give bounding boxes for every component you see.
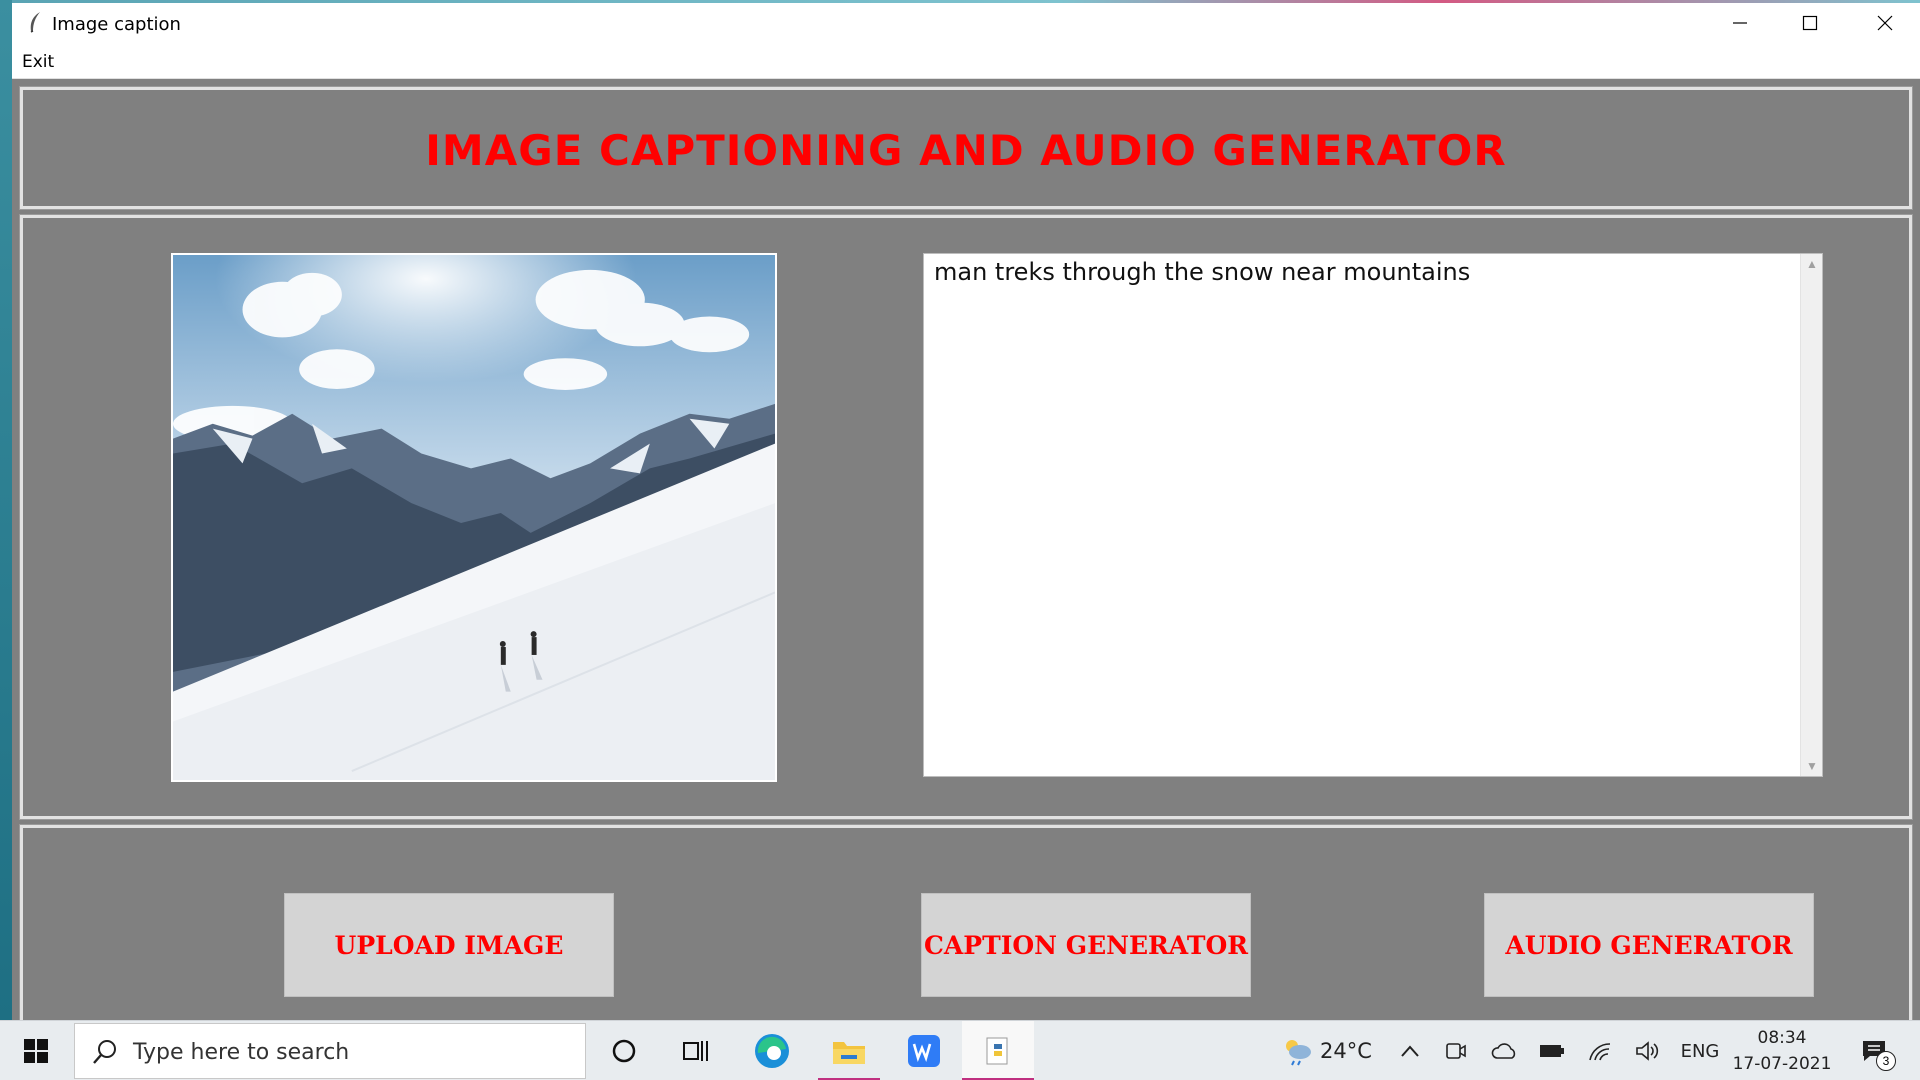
action-center-button[interactable]: 3 xyxy=(1850,1021,1898,1080)
actions-panel: UPLOAD IMAGE CAPTION GENERATOR AUDIO GEN… xyxy=(19,824,1913,1026)
wifi-icon xyxy=(1589,1043,1611,1061)
mountain-snow-image xyxy=(173,255,775,780)
clock-date: 17-07-2021 xyxy=(1732,1054,1832,1074)
caption-text: man treks through the snow near mountain… xyxy=(934,258,1471,286)
window-title: Image caption xyxy=(52,14,181,35)
python-app-button[interactable] xyxy=(962,1021,1034,1080)
page-title: IMAGE CAPTIONING AND AUDIO GENERATOR xyxy=(425,126,1507,175)
minimize-button[interactable] xyxy=(1705,3,1775,43)
wps-writer-button[interactable] xyxy=(893,1021,955,1080)
start-button[interactable] xyxy=(0,1021,72,1080)
cortana-icon xyxy=(612,1039,636,1063)
edge-button[interactable] xyxy=(744,1021,800,1080)
windows-icon xyxy=(24,1039,48,1063)
meet-now-button[interactable] xyxy=(1436,1021,1476,1080)
audio-generator-button[interactable]: AUDIO GENERATOR xyxy=(1484,893,1814,997)
title-bar[interactable]: Image caption xyxy=(12,3,1920,43)
chevron-up-icon xyxy=(1401,1045,1419,1057)
clock[interactable]: 08:34 17-07-2021 xyxy=(1726,1021,1838,1080)
caption-generator-button[interactable]: CAPTION GENERATOR xyxy=(921,893,1251,997)
taskbar-search[interactable]: Type here to search xyxy=(74,1023,586,1079)
search-icon xyxy=(93,1040,116,1064)
content-panel: man treks through the snow near mountain… xyxy=(19,214,1913,820)
maximize-icon xyxy=(1802,15,1818,31)
volume-button[interactable] xyxy=(1628,1021,1668,1080)
taskbar: Type here to search 24°C ENG 08:34 17-07… xyxy=(0,1020,1920,1080)
meet-now-icon xyxy=(1446,1043,1466,1059)
battery-button[interactable] xyxy=(1532,1021,1572,1080)
uploaded-image xyxy=(171,253,777,782)
battery-icon xyxy=(1540,1045,1564,1057)
cortana-button[interactable] xyxy=(596,1021,652,1080)
task-view-icon xyxy=(683,1041,708,1061)
speaker-icon xyxy=(1636,1041,1659,1061)
notification-count-badge: 3 xyxy=(1876,1051,1896,1071)
task-view-button[interactable] xyxy=(668,1021,724,1080)
network-button[interactable] xyxy=(1580,1021,1620,1080)
onedrive-button[interactable] xyxy=(1484,1021,1524,1080)
folder-icon xyxy=(833,1042,865,1064)
header-panel: IMAGE CAPTIONING AND AUDIO GENERATOR xyxy=(19,86,1913,210)
menu-bar: Exit xyxy=(12,43,1920,79)
upload-image-button[interactable]: UPLOAD IMAGE xyxy=(284,893,614,997)
weather-widget[interactable]: 24°C xyxy=(1270,1021,1382,1080)
close-button[interactable] xyxy=(1850,3,1920,43)
input-language[interactable]: ENG xyxy=(1676,1021,1724,1080)
file-explorer-button[interactable] xyxy=(818,1021,880,1080)
wps-icon xyxy=(908,1035,940,1067)
clock-time: 08:34 xyxy=(1757,1028,1807,1048)
scroll-down-icon[interactable]: ▼ xyxy=(1801,756,1823,776)
close-icon xyxy=(1877,15,1893,31)
show-hidden-icons-button[interactable] xyxy=(1390,1021,1430,1080)
desktop-background xyxy=(0,0,12,1020)
search-placeholder: Type here to search xyxy=(133,1040,350,1065)
feather-icon xyxy=(30,12,40,33)
weather-temperature: 24°C xyxy=(1320,1039,1372,1063)
minimize-icon xyxy=(1733,22,1747,24)
app-window: Image caption Exit IMAGE CAPTIONING AND … xyxy=(12,3,1920,1026)
caption-scrollbar[interactable]: ▲ ▼ xyxy=(1800,254,1822,776)
scroll-up-icon[interactable]: ▲ xyxy=(1801,254,1823,274)
maximize-button[interactable] xyxy=(1775,3,1845,43)
menu-exit[interactable]: Exit xyxy=(22,52,54,72)
edge-icon xyxy=(755,1034,789,1068)
weather-icon xyxy=(1286,1040,1312,1066)
caption-textbox[interactable]: man treks through the snow near mountain… xyxy=(923,253,1823,777)
cloud-icon xyxy=(1491,1043,1516,1059)
python-feather-icon xyxy=(986,1037,1008,1065)
